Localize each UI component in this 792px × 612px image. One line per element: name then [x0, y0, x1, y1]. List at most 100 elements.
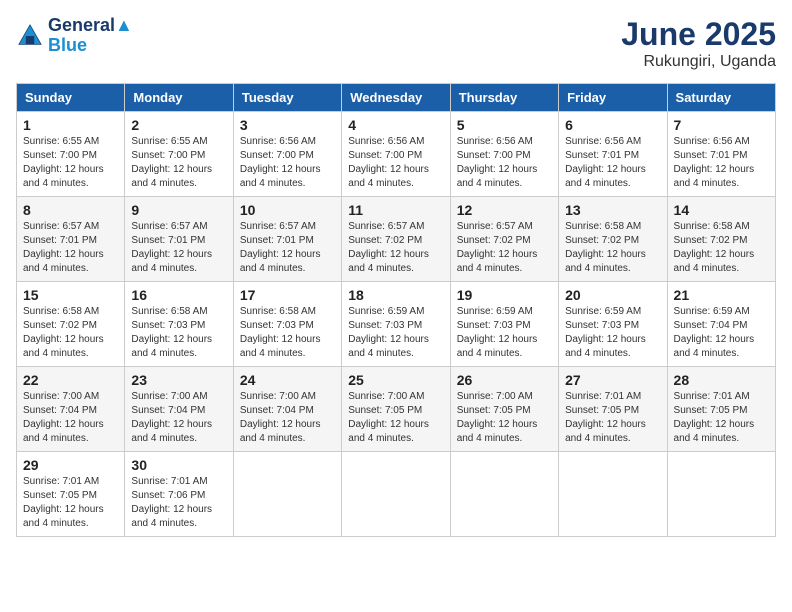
- column-headers: SundayMondayTuesdayWednesdayThursdayFrid…: [17, 84, 776, 112]
- day-info: Sunrise: 6:55 AMSunset: 7:00 PMDaylight:…: [131, 135, 226, 191]
- day-info: Sunrise: 6:56 AMSunset: 7:01 PMDaylight:…: [674, 135, 769, 191]
- day-info: Sunrise: 6:56 AMSunset: 7:00 PMDaylight:…: [240, 135, 335, 191]
- day-info: Sunrise: 6:56 AMSunset: 7:00 PMDaylight:…: [457, 135, 552, 191]
- calendar-week-2: 8 Sunrise: 6:57 AMSunset: 7:01 PMDaylight…: [17, 197, 776, 282]
- calendar-table: SundayMondayTuesdayWednesdayThursdayFrid…: [16, 83, 776, 537]
- day-info: Sunrise: 6:58 AMSunset: 7:02 PMDaylight:…: [674, 220, 769, 276]
- day-number: 19: [457, 287, 552, 303]
- calendar-subtitle: Rukungiri, Uganda: [621, 53, 776, 71]
- column-header-saturday: Saturday: [667, 84, 775, 112]
- day-number: 15: [23, 287, 118, 303]
- calendar-cell: 24Sunrise: 7:00 AMSunset: 7:04 PMDayligh…: [233, 367, 341, 452]
- column-header-wednesday: Wednesday: [342, 84, 450, 112]
- calendar-title: June 2025: [621, 16, 776, 53]
- calendar-cell: 9Sunrise: 6:57 AMSunset: 7:01 PMDaylight…: [125, 197, 233, 282]
- day-number: 20: [565, 287, 660, 303]
- day-info: Sunrise: 6:57 AMSunset: 7:02 PMDaylight:…: [348, 220, 443, 276]
- calendar-cell: 18Sunrise: 6:59 AMSunset: 7:03 PMDayligh…: [342, 282, 450, 367]
- day-info: Sunrise: 7:01 AMSunset: 7:06 PMDaylight:…: [131, 475, 226, 531]
- day-info: Sunrise: 6:57 AMSunset: 7:02 PMDaylight:…: [457, 220, 552, 276]
- calendar-cell: 15 Sunrise: 6:58 AMSunset: 7:02 PMDayligh…: [17, 282, 125, 367]
- day-number: 1: [23, 117, 118, 133]
- column-header-sunday: Sunday: [17, 84, 125, 112]
- logo-icon: [16, 22, 44, 50]
- day-number: 21: [674, 287, 769, 303]
- day-number: 10: [240, 202, 335, 218]
- calendar-cell: 5 Sunrise: 6:56 AMSunset: 7:00 PMDaylight…: [450, 112, 558, 197]
- calendar-cell: 1 Sunrise: 6:55 AMSunset: 7:00 PMDaylight…: [17, 112, 125, 197]
- calendar-cell: 8 Sunrise: 6:57 AMSunset: 7:01 PMDaylight…: [17, 197, 125, 282]
- day-info: Sunrise: 6:58 AMSunset: 7:03 PMDaylight:…: [131, 305, 226, 361]
- day-info: Sunrise: 6:58 AMSunset: 7:03 PMDaylight:…: [240, 305, 335, 361]
- calendar-week-5: 29 Sunrise: 7:01 AMSunset: 7:05 PMDayligh…: [17, 452, 776, 537]
- calendar-cell: 28 Sunrise: 7:01 AMSunset: 7:05 PMDayligh…: [667, 367, 775, 452]
- calendar-cell: 14Sunrise: 6:58 AMSunset: 7:02 PMDayligh…: [667, 197, 775, 282]
- day-info: Sunrise: 7:00 AMSunset: 7:05 PMDaylight:…: [348, 390, 443, 446]
- column-header-friday: Friday: [559, 84, 667, 112]
- day-number: 7: [674, 117, 769, 133]
- day-number: 28: [674, 372, 769, 388]
- column-header-monday: Monday: [125, 84, 233, 112]
- calendar-cell: 10Sunrise: 6:57 AMSunset: 7:01 PMDayligh…: [233, 197, 341, 282]
- day-info: Sunrise: 6:59 AMSunset: 7:03 PMDaylight:…: [565, 305, 660, 361]
- calendar-cell: [667, 452, 775, 537]
- calendar-cell: 4 Sunrise: 6:56 AMSunset: 7:00 PMDaylight…: [342, 112, 450, 197]
- day-info: Sunrise: 6:59 AMSunset: 7:04 PMDaylight:…: [674, 305, 769, 361]
- calendar-week-1: 1 Sunrise: 6:55 AMSunset: 7:00 PMDaylight…: [17, 112, 776, 197]
- day-number: 17: [240, 287, 335, 303]
- day-info: Sunrise: 7:01 AMSunset: 7:05 PMDaylight:…: [23, 475, 118, 531]
- day-info: Sunrise: 6:58 AMSunset: 7:02 PMDaylight:…: [565, 220, 660, 276]
- day-number: 13: [565, 202, 660, 218]
- calendar-cell: 2 Sunrise: 6:55 AMSunset: 7:00 PMDaylight…: [125, 112, 233, 197]
- day-info: Sunrise: 7:01 AMSunset: 7:05 PMDaylight:…: [674, 390, 769, 446]
- day-info: Sunrise: 6:58 AMSunset: 7:02 PMDaylight:…: [23, 305, 118, 361]
- logo-text: General▲ Blue: [48, 16, 133, 56]
- day-info: Sunrise: 7:00 AMSunset: 7:04 PMDaylight:…: [23, 390, 118, 446]
- calendar-cell: 7 Sunrise: 6:56 AMSunset: 7:01 PMDaylight…: [667, 112, 775, 197]
- calendar-cell: 27 Sunrise: 7:01 AMSunset: 7:05 PMDayligh…: [559, 367, 667, 452]
- calendar-cell: 6 Sunrise: 6:56 AMSunset: 7:01 PMDaylight…: [559, 112, 667, 197]
- day-info: Sunrise: 6:56 AMSunset: 7:00 PMDaylight:…: [348, 135, 443, 191]
- day-number: 24: [240, 372, 335, 388]
- day-number: 18: [348, 287, 443, 303]
- day-info: Sunrise: 6:57 AMSunset: 7:01 PMDaylight:…: [23, 220, 118, 276]
- day-info: Sunrise: 6:56 AMSunset: 7:01 PMDaylight:…: [565, 135, 660, 191]
- logo: General▲ Blue: [16, 16, 133, 56]
- column-header-tuesday: Tuesday: [233, 84, 341, 112]
- day-number: 8: [23, 202, 118, 218]
- day-number: 16: [131, 287, 226, 303]
- day-number: 6: [565, 117, 660, 133]
- column-header-thursday: Thursday: [450, 84, 558, 112]
- calendar-week-3: 15 Sunrise: 6:58 AMSunset: 7:02 PMDayligh…: [17, 282, 776, 367]
- calendar-cell: 19 Sunrise: 6:59 AMSunset: 7:03 PMDayligh…: [450, 282, 558, 367]
- day-info: Sunrise: 7:01 AMSunset: 7:05 PMDaylight:…: [565, 390, 660, 446]
- calendar-cell: 3 Sunrise: 6:56 AMSunset: 7:00 PMDaylight…: [233, 112, 341, 197]
- day-number: 12: [457, 202, 552, 218]
- day-info: Sunrise: 7:00 AMSunset: 7:05 PMDaylight:…: [457, 390, 552, 446]
- day-number: 29: [23, 457, 118, 473]
- day-number: 4: [348, 117, 443, 133]
- calendar-cell: 29 Sunrise: 7:01 AMSunset: 7:05 PMDayligh…: [17, 452, 125, 537]
- title-area: June 2025 Rukungiri, Uganda: [621, 16, 776, 71]
- day-number: 5: [457, 117, 552, 133]
- day-info: Sunrise: 6:57 AMSunset: 7:01 PMDaylight:…: [131, 220, 226, 276]
- day-info: Sunrise: 7:00 AMSunset: 7:04 PMDaylight:…: [131, 390, 226, 446]
- day-info: Sunrise: 6:55 AMSunset: 7:00 PMDaylight:…: [23, 135, 118, 191]
- calendar-cell: 25Sunrise: 7:00 AMSunset: 7:05 PMDayligh…: [342, 367, 450, 452]
- calendar-cell: 16 Sunrise: 6:58 AMSunset: 7:03 PMDayligh…: [125, 282, 233, 367]
- calendar-cell: [559, 452, 667, 537]
- day-number: 27: [565, 372, 660, 388]
- calendar-cell: 22 Sunrise: 7:00 AMSunset: 7:04 PMDayligh…: [17, 367, 125, 452]
- calendar-cell: 26 Sunrise: 7:00 AMSunset: 7:05 PMDayligh…: [450, 367, 558, 452]
- day-number: 23: [131, 372, 226, 388]
- calendar-cell: 17 Sunrise: 6:58 AMSunset: 7:03 PMDayligh…: [233, 282, 341, 367]
- day-number: 26: [457, 372, 552, 388]
- day-number: 2: [131, 117, 226, 133]
- calendar-cell: 12 Sunrise: 6:57 AMSunset: 7:02 PMDayligh…: [450, 197, 558, 282]
- day-info: Sunrise: 6:59 AMSunset: 7:03 PMDaylight:…: [457, 305, 552, 361]
- calendar-cell: [342, 452, 450, 537]
- day-number: 22: [23, 372, 118, 388]
- calendar-cell: [450, 452, 558, 537]
- calendar-cell: 30Sunrise: 7:01 AMSunset: 7:06 PMDayligh…: [125, 452, 233, 537]
- day-number: 3: [240, 117, 335, 133]
